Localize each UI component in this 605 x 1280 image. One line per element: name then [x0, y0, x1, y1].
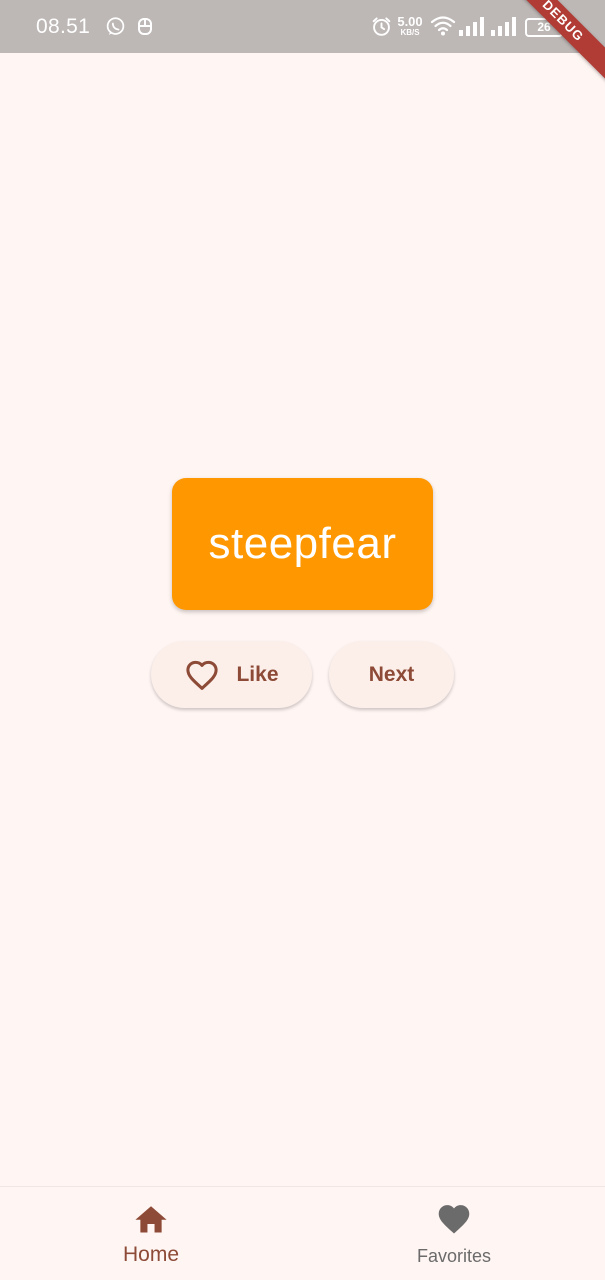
heart-outline-icon — [186, 660, 219, 690]
network-speed: 5.00 KB/S — [396, 15, 424, 37]
usb-debug-icon — [138, 18, 152, 35]
signal-icon — [459, 17, 484, 36]
like-button-label: Like — [236, 662, 279, 686]
whatsapp-icon — [106, 17, 125, 35]
bottom-navigation: Home Favorites — [0, 1186, 605, 1280]
nav-label-favorites: Favorites — [416, 1246, 492, 1266]
nav-item-home[interactable]: Home — [51, 1187, 251, 1280]
network-speed-unit: KB/S — [400, 28, 420, 37]
wifi-icon — [430, 16, 456, 36]
app-screen: 08.51 5.00 KB/S 26 DEBUG steepfear Like … — [0, 0, 605, 1280]
signal-icon — [491, 17, 516, 36]
heart-filled-icon — [438, 1205, 470, 1234]
status-time: 08.51 — [36, 15, 91, 38]
home-icon — [135, 1206, 167, 1233]
word-card: steepfear — [172, 478, 433, 610]
status-bar: 08.51 5.00 KB/S 26 — [0, 0, 605, 53]
nav-label-home: Home — [122, 1243, 180, 1266]
alarm-icon — [372, 17, 391, 36]
next-button-label: Next — [368, 662, 415, 686]
like-button[interactable]: Like — [151, 641, 312, 708]
word-text: steepfear — [208, 519, 397, 568]
nav-item-favorites[interactable]: Favorites — [354, 1187, 554, 1280]
network-speed-value: 5.00 — [397, 14, 423, 29]
next-button[interactable]: Next — [329, 641, 454, 708]
